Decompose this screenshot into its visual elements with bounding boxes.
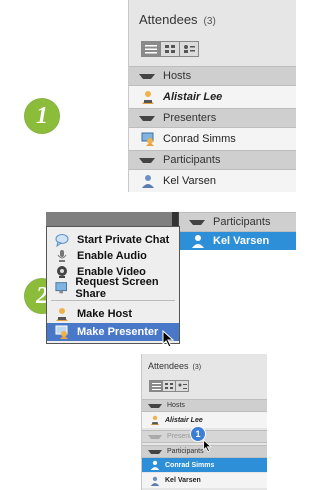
attendee-row[interactable]: Kel Varsen: [129, 170, 296, 192]
attendee-row[interactable]: Alistair Lee: [142, 412, 267, 428]
participant-icon: [192, 235, 204, 248]
section-participants[interactable]: Participants: [179, 212, 296, 232]
section-presenters[interactable]: Presenters: [129, 108, 296, 128]
role-view-icon: [184, 45, 195, 53]
section-hosts[interactable]: Hosts: [142, 399, 267, 412]
grid-view-button[interactable]: [160, 41, 180, 57]
expand-arrow-icon: [189, 219, 205, 225]
attendee-context-menu: Start Private Chat Enable Audio Enable V…: [46, 226, 180, 344]
attendees-pod: Attendees (3) Hosts Alistair Lee Presente…: [128, 0, 296, 192]
participant-icon: [150, 460, 160, 470]
webcam-icon: [57, 266, 67, 278]
view-toggle: [149, 380, 189, 392]
participant-icon: [150, 476, 160, 486]
screen-share-icon: [55, 282, 67, 294]
expand-arrow-icon: [148, 403, 162, 408]
role-view-button[interactable]: [175, 380, 189, 392]
host-icon: [142, 91, 154, 104]
step-1-badge: 1: [22, 96, 62, 136]
menu-item-make-presenter[interactable]: Make Presenter: [47, 323, 179, 341]
expand-arrow-icon: [139, 115, 155, 121]
host-icon: [150, 415, 160, 425]
chat-bubble-icon: [55, 234, 69, 247]
expand-arrow-icon: [148, 449, 162, 454]
menu-separator: [51, 300, 175, 301]
role-view-icon: [178, 383, 187, 389]
host-icon: [56, 308, 68, 321]
grid-view-icon: [164, 382, 173, 389]
presenter-icon: [141, 132, 154, 146]
grid-view-button[interactable]: [162, 380, 176, 392]
presenter-icon: [55, 325, 68, 339]
mouse-cursor-icon: [203, 439, 212, 453]
list-view-button[interactable]: [141, 41, 161, 57]
view-toggle: [141, 41, 199, 57]
attendee-row[interactable]: Conrad Simms: [129, 128, 296, 150]
grid-view-icon: [165, 45, 175, 53]
attendees-title: Attendees (3): [139, 12, 216, 27]
menu-item-request-screen-share[interactable]: Request Screen Share: [47, 276, 179, 300]
section-hosts[interactable]: Hosts: [129, 66, 296, 86]
pod-resize-handle[interactable]: [172, 212, 178, 226]
microphone-icon: [57, 250, 67, 262]
menu-item-make-host[interactable]: Make Host: [47, 305, 179, 323]
expand-arrow-icon: [148, 434, 162, 439]
pod-titlebar-strip: [46, 212, 178, 226]
role-view-button[interactable]: [179, 41, 199, 57]
list-view-icon: [145, 45, 157, 54]
attendee-row[interactable]: Kel Varsen: [179, 232, 296, 250]
list-view-button[interactable]: [149, 380, 163, 392]
participant-icon: [142, 175, 154, 188]
expand-arrow-icon: [139, 73, 155, 79]
mouse-cursor-icon: [162, 330, 175, 348]
attendee-row[interactable]: Kel Varsen: [142, 473, 267, 488]
attendees-pod-partial: Participants Kel Varsen: [178, 212, 296, 250]
expand-arrow-icon: [139, 157, 155, 163]
attendees-pod-result: Attendees (3) Hosts Alistair Lee Presente…: [141, 354, 267, 490]
section-participants[interactable]: Participants: [129, 150, 296, 170]
attendee-row[interactable]: Conrad Simms: [142, 458, 267, 472]
list-view-icon: [151, 382, 161, 390]
attendee-row[interactable]: Alistair Lee: [129, 86, 296, 108]
attendees-title: Attendees (3): [148, 361, 202, 371]
